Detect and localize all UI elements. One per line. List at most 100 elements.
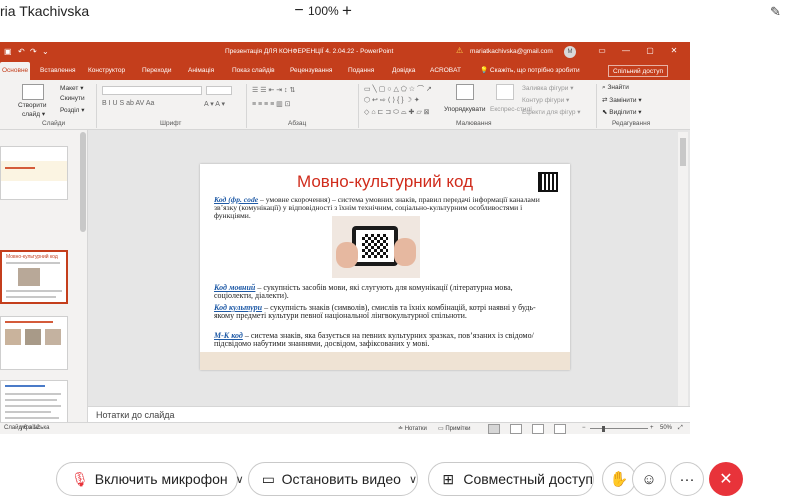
reading-view-button[interactable] — [532, 424, 544, 434]
avatar[interactable]: M — [564, 46, 576, 58]
close-button[interactable]: ✕ — [666, 46, 682, 55]
definition-language-code: – сукупність засобів мови, які слугують … — [214, 283, 513, 301]
slideshow-button[interactable] — [554, 424, 566, 434]
shapes-gallery[interactable]: ▭ ╲ ▢ ○ △ ⬠ ☆ ⌒ ↗ — [364, 84, 432, 94]
microphone-label: Включить микрофон — [94, 471, 228, 487]
paragraph-list-icons[interactable]: ☰ ☰ ⇤ ⇥ ↕ ⇅ — [252, 86, 295, 94]
share-button[interactable]: Спільний доступ — [608, 65, 668, 77]
slide-paragraph-language-code[interactable]: Код мовний – сукупність засобів мови, як… — [214, 283, 544, 301]
reactions-button[interactable]: ☺ — [632, 462, 666, 496]
hand-icon: ✋ — [609, 471, 629, 488]
slide-thumbnail[interactable] — [0, 146, 68, 200]
tab-home[interactable]: Основне — [0, 62, 31, 80]
canvas-scrollbar[interactable] — [678, 132, 688, 434]
chevron-down-icon[interactable]: ∨ — [236, 473, 244, 486]
fit-slide-icon[interactable]: ⤢ — [678, 425, 683, 432]
definition-culture-code: – сукупність знаків (символів), смислів … — [214, 303, 536, 321]
save-icon[interactable]: ▣ — [4, 47, 12, 56]
thumbnail-image — [18, 268, 40, 286]
group-slides-label: Слайди — [42, 120, 66, 127]
tab-transitions[interactable]: Переходи — [140, 62, 173, 80]
quick-styles-icon[interactable] — [496, 84, 514, 100]
screen-share-button[interactable]: ⊞ Совместный доступ — [428, 462, 594, 496]
slide-thumbnail[interactable] — [0, 316, 68, 370]
arrange-button[interactable]: Упорядкувати — [444, 106, 485, 113]
shared-screen: ▣ ↶ ↷ ⌄ Презентація ДЛЯ КОНФЕРЕНЦІЇ 4. 2… — [0, 42, 690, 434]
pen-icon[interactable]: ✎ — [770, 4, 781, 20]
thumbnails-scrollbar[interactable] — [80, 132, 86, 232]
account-email: mariatkachivska@gmail.com — [470, 48, 553, 55]
font-size-box[interactable] — [206, 86, 232, 95]
video-button[interactable]: ▭ Остановить видео ∨ — [248, 462, 418, 496]
raise-hand-button[interactable]: ✋ — [602, 462, 636, 496]
qr-pattern — [362, 234, 388, 258]
shape-effects-button[interactable]: Ефекти для фігур ▾ — [522, 108, 581, 116]
zoom-out-button[interactable]: − — [292, 2, 306, 20]
new-slide-icon[interactable] — [22, 84, 44, 100]
close-icon: ✕ — [719, 471, 733, 488]
zoom-slider[interactable] — [590, 428, 648, 429]
tab-animations[interactable]: Анімація — [186, 62, 216, 80]
slide-title[interactable]: Мовно-культурний код — [200, 172, 570, 192]
tab-view[interactable]: Подання — [346, 62, 376, 80]
group-drawing-label: Малювання — [456, 120, 492, 127]
font-format-icons[interactable]: B I U S ab AV Aa — [102, 100, 154, 107]
tab-acrobat[interactable]: ACROBAT — [428, 62, 463, 80]
shapes-gallery-row2[interactable]: ⬡ ↩ ⇨ ⟨ ⟩ { } ☽ ✦ — [364, 96, 420, 104]
shape-outline-button[interactable]: Контур фігури ▾ — [522, 96, 569, 104]
tab-slideshow[interactable]: Показ слайдів — [230, 62, 277, 80]
spellcheck-language[interactable]: українська — [20, 425, 50, 431]
comments-toggle[interactable]: ▭ Примітки — [438, 425, 471, 432]
customize-icon[interactable]: ⌄ — [42, 47, 49, 56]
reset-button[interactable]: Скинути — [60, 95, 85, 102]
ribbon-display-icon[interactable]: ▭ — [594, 46, 610, 55]
layout-button[interactable]: Макет ▾ — [60, 84, 83, 92]
slide-paragraph-culture-code[interactable]: Код культури – сукупність знаків (символ… — [214, 303, 544, 321]
group-font-label: Шрифт — [160, 120, 182, 127]
section-button[interactable]: Розділ ▾ — [60, 106, 85, 114]
shapes-gallery-row3[interactable]: ◇ ⌂ ⊏ ⊐ ⬭ ⌓ ✚ ▱ ⊠ — [364, 108, 430, 117]
redo-icon[interactable]: ↷ — [30, 47, 37, 56]
phone-qr-image — [332, 216, 420, 278]
tab-help[interactable]: Довідка — [390, 62, 417, 80]
slide-sorter-button[interactable] — [510, 424, 522, 434]
tab-review[interactable]: Рецензування — [288, 62, 334, 80]
group-editing-label: Редагування — [612, 120, 651, 127]
new-slide-label-2[interactable]: слайд ▾ — [22, 110, 45, 118]
maximize-button[interactable]: ▢ — [642, 46, 658, 55]
font-name-box[interactable] — [102, 86, 202, 95]
more-button[interactable]: ··· — [670, 462, 704, 496]
reactions-icon: ☺ — [641, 470, 657, 488]
zoom-out-icon[interactable]: − — [582, 425, 586, 431]
find-button[interactable]: ⌕ Знайти — [602, 84, 629, 92]
mic-muted-icon: 🎙 — [71, 470, 89, 487]
canvas-scrollbar-thumb[interactable] — [680, 138, 686, 166]
microphone-button[interactable]: 🎙 Включить микрофон ∨ — [56, 462, 244, 496]
select-label: Виділити ▾ — [609, 109, 642, 116]
tab-design[interactable]: Конструктор — [86, 62, 127, 80]
font-color-icons[interactable]: A ▾ A ▾ — [204, 100, 225, 108]
chevron-down-icon[interactable]: ∨ — [409, 473, 417, 486]
zoom-percent[interactable]: 50% — [660, 425, 672, 431]
new-slide-label-1[interactable]: Створити — [18, 102, 47, 109]
zoom-slider-knob[interactable] — [602, 426, 605, 432]
paragraph-align-icons[interactable]: ≡ ≡ ≡ ≡ ▥ ⊡ — [252, 100, 291, 108]
slide-paragraph-mk-code[interactable]: М-К код – система знаків, яка базується … — [214, 331, 544, 349]
slide-thumbnail-selected[interactable]: Мовно-культурний код — [0, 250, 68, 304]
current-slide[interactable]: Мовно-культурний код Код (фр. code – умо… — [200, 164, 570, 370]
shape-fill-button[interactable]: Заливка фігури ▾ — [522, 84, 573, 92]
notes-pane[interactable]: Нотатки до слайда — [88, 406, 690, 422]
undo-icon[interactable]: ↶ — [18, 47, 25, 56]
hand-left — [336, 242, 358, 268]
leave-call-button[interactable]: ✕ — [709, 462, 743, 496]
zoom-in-button[interactable]: + — [340, 1, 354, 21]
zoom-in-icon[interactable]: + — [650, 425, 654, 431]
notes-toggle[interactable]: ≐ Нотатки — [398, 425, 427, 432]
arrange-icon[interactable] — [456, 84, 474, 100]
normal-view-button[interactable] — [488, 424, 500, 434]
tell-me-search[interactable]: 💡 Скажіть, що потрібно зробити — [480, 62, 580, 80]
minimize-button[interactable]: — — [618, 46, 634, 55]
tab-insert[interactable]: Вставлення — [38, 62, 78, 80]
select-button[interactable]: ⬉ Виділити ▾ — [602, 108, 642, 116]
replace-button[interactable]: ⇄ Замінити ▾ — [602, 96, 642, 104]
